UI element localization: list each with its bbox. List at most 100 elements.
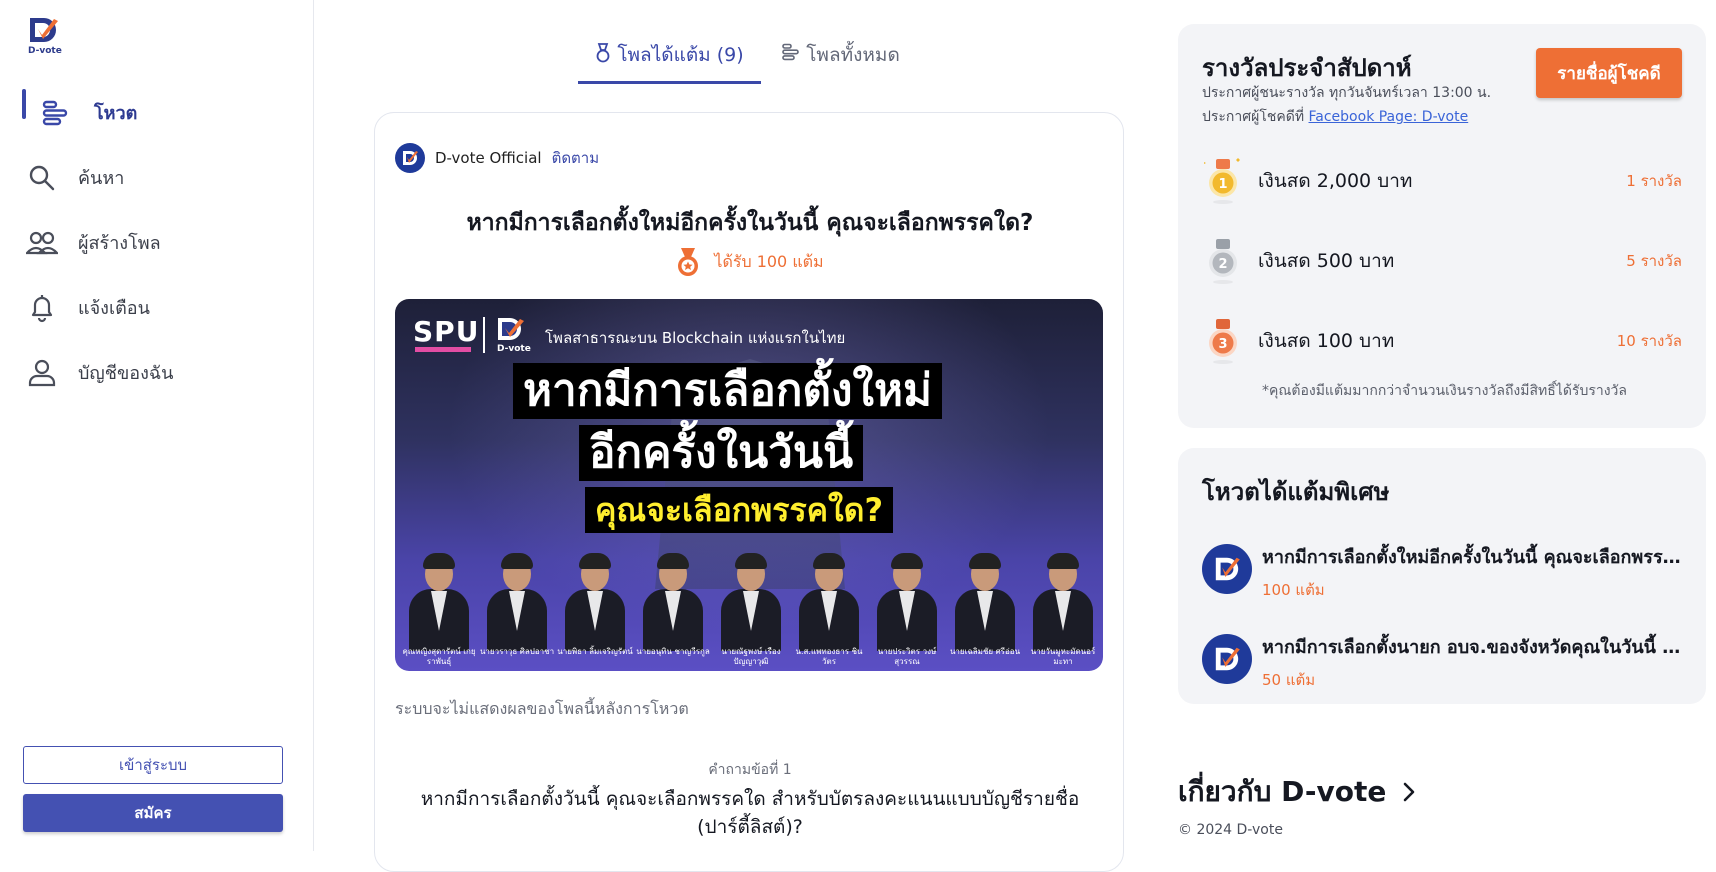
svg-text:3: 3 [1218, 337, 1227, 352]
person-hair [813, 553, 845, 569]
sidebar-item-notifications[interactable]: แจ้งเตือน [0, 275, 314, 340]
poll-icon [40, 97, 72, 129]
lucky-winners-button[interactable]: รายชื่อผู้โชคดี [1536, 48, 1682, 98]
person-hair [891, 553, 923, 569]
candidate-photo: นายพิธา ลิ้มเจริญรัตน์ [557, 549, 633, 671]
tab-all-polls[interactable]: โพลทั้งหมด [761, 30, 921, 84]
active-indicator [22, 89, 26, 119]
search-icon [26, 162, 58, 194]
sidebar-item-account[interactable]: บัญชีของฉัน [0, 340, 314, 405]
prize-row: 3 เงินสด 100 บาท 10 รางวัล [1202, 316, 1682, 366]
candidate-photo: นายวันมูหะมัดนอร์ มะทา [1025, 549, 1101, 671]
sidebar-item-label: ผู้สร้างโพล [78, 233, 161, 254]
bonus-poll-title: หากมีการเลือกตั้งนายก อบจ.ของจังหวัดคุณใ… [1262, 637, 1682, 658]
candidate-name: น.ส.แพทองธาร ชินวัตร [795, 647, 863, 666]
medal-icon [595, 43, 611, 63]
announce-prefix: ประกาศผู้โชคดีที่ [1202, 109, 1309, 125]
bonus-poll-points: 50 แต้ม [1262, 671, 1316, 689]
medal-icon [678, 248, 699, 276]
person-hair [423, 553, 455, 569]
logo-text: D-vote [28, 46, 62, 56]
follow-button[interactable]: ติดตาม [552, 146, 600, 170]
prize-count: 10 รางวัล [1616, 332, 1682, 350]
sidebar-item-vote[interactable]: โหวต [0, 80, 314, 145]
sidebar-item-creators[interactable]: ผู้สร้างโพล [0, 210, 314, 275]
sidebar-item-label: แจ้งเตือน [78, 298, 150, 319]
login-button[interactable]: เข้าสู่ระบบ [23, 746, 283, 784]
bronze-medal-icon: 3 [1209, 319, 1237, 364]
panel-title: โหวตได้แต้มพิเศษ [1202, 478, 1390, 506]
poll-icon [782, 43, 800, 61]
candidate-photo: นายณัฐพงษ์ เรืองปัญญาวุฒิ [713, 549, 789, 671]
poll-card: D-vote Official ติดตาม หากมีการเลือกตั้ง… [374, 112, 1124, 872]
person-hair [657, 553, 689, 569]
spu-logo: SPU [413, 315, 480, 348]
gold-medal-icon: 1 [1204, 158, 1240, 204]
bonus-poll-item[interactable]: หากมีการเลือกตั้งใหม่อีกครั้งในวันนี้ คุ… [1202, 542, 1682, 602]
reward-badge: ได้รับ 100 แต้ม [375, 247, 1125, 277]
result-hidden-note: ระบบจะไม่แสดงผลของโพลนี้หลังการโหวต [395, 699, 689, 718]
banner-people: คุณหญิงสุดารัตน์ เกยุราพันธุ์ นายวราวุธ … [401, 549, 1101, 671]
prize-count: 1 รางวัล [1626, 172, 1682, 190]
person-hair [579, 553, 611, 569]
chevron-right-icon [1404, 782, 1415, 802]
users-icon [26, 227, 58, 259]
weekly-prize-panel: รางวัลประจำสัปดาห์ ประกาศผู้ชนะรางวัล ทุ… [1178, 24, 1706, 428]
prize-row: 2 เงินสด 500 บาท 5 รางวัล [1202, 236, 1682, 286]
tab-label: โพลทั้งหมด [806, 44, 900, 66]
candidate-photo: นายเฉลิมชัย ศรีอ่อน [947, 549, 1023, 671]
tab-label: โพลได้แต้ม (9) [617, 44, 744, 66]
candidate-name: นายอนุทิน ชาญวีรกูล [636, 647, 710, 656]
prize-amount: เงินสด 2,000 บาท [1258, 170, 1413, 192]
sidebar: D-vote โหวต ค้นหา ผู้สร้างโพล แจ้งเตือน … [0, 0, 314, 851]
banner-headline-2: อีกครั้งในวันนี้ [579, 425, 864, 481]
prize-row: 1 เงินสด 2,000 บาท 1 รางวัล [1202, 156, 1682, 206]
bonus-poll-title: หากมีการเลือกตั้งใหม่อีกครั้งในวันนี้ คุ… [1262, 547, 1682, 568]
poll-tabs: โพลได้แต้ม (9) โพลทั้งหมด [578, 30, 921, 84]
logo-divider [483, 317, 485, 353]
announce-time: ประกาศผู้ชนะรางวัล ทุกวันจันทร์เวลา 13:0… [1202, 85, 1492, 101]
svg-text:2: 2 [1218, 257, 1227, 272]
person-hair [1047, 553, 1079, 569]
facebook-link[interactable]: Facebook Page: D-vote [1309, 109, 1469, 125]
avatar [1202, 544, 1252, 594]
avatar[interactable] [395, 143, 425, 173]
person-hair [735, 553, 767, 569]
sidebar-item-label: ค้นหา [78, 168, 125, 189]
bell-icon [26, 292, 58, 324]
reward-text: ได้รับ 100 แต้ม [714, 251, 824, 271]
candidate-photo: น.ส.แพทองธาร ชินวัตร [791, 549, 867, 671]
bonus-poll-item[interactable]: หากมีการเลือกตั้งนายก อบจ.ของจังหวัดคุณใ… [1202, 632, 1682, 692]
question-number: คำถามข้อที่ 1 [708, 762, 792, 778]
candidate-photo: นายวราวุธ ศิลปอาชา [479, 549, 555, 671]
signup-button[interactable]: สมัคร [23, 794, 283, 832]
sidebar-nav: โหวต ค้นหา ผู้สร้างโพล แจ้งเตือน บัญชีขอ… [0, 80, 314, 405]
sidebar-item-label: โหวต [94, 103, 138, 124]
poll-banner-image[interactable]: SPU D-vote โพลสาธารณะบน Blockchain แห่งแ… [395, 299, 1103, 671]
post-author: D-vote Official ติดตาม [395, 143, 599, 173]
banner-tagline: โพลสาธารณะบน Blockchain แห่งแรกในไทย [545, 329, 846, 347]
banner-headline-3: คุณจะเลือกพรรคใด? [585, 487, 894, 533]
candidate-photo: คุณหญิงสุดารัตน์ เกยุราพันธุ์ [401, 549, 477, 671]
candidate-name: นายประวิตร วงษ์สุวรรณ [877, 647, 937, 666]
prize-amount: เงินสด 500 บาท [1258, 250, 1395, 272]
svg-text:1: 1 [1218, 177, 1227, 192]
candidate-photo: นายอนุทิน ชาญวีรกูล [635, 549, 711, 671]
poll-title: หากมีการเลือกตั้งใหม่อีกครั้งในวันนี้ คุ… [466, 210, 1034, 236]
candidate-name: นายณัฐพงษ์ เรืองปัญญาวุฒิ [721, 647, 781, 666]
person-hair [969, 553, 1001, 569]
person-hair [501, 553, 533, 569]
candidate-photo: นายประวิตร วงษ์สุวรรณ [869, 549, 945, 671]
bonus-poll-points: 100 แต้ม [1262, 581, 1325, 599]
about-label: เกี่ยวกับ D-vote [1178, 775, 1387, 808]
user-icon [26, 357, 58, 389]
avatar [1202, 634, 1252, 684]
prize-count: 5 รางวัล [1626, 252, 1682, 270]
tab-points-polls[interactable]: โพลได้แต้ม (9) [578, 30, 761, 84]
candidate-name: นายวราวุธ ศิลปอาชา [479, 647, 555, 656]
banner-headline-1: หากมีการเลือกตั้งใหม่ [513, 363, 942, 419]
about-link[interactable]: เกี่ยวกับ D-vote [1178, 770, 1416, 814]
author-name[interactable]: D-vote Official [435, 149, 542, 167]
sidebar-item-search[interactable]: ค้นหา [0, 145, 314, 210]
prize-footnote: *คุณต้องมีแต้มมากกว่าจำนวนเงินรางวัลถึงม… [1262, 383, 1627, 399]
